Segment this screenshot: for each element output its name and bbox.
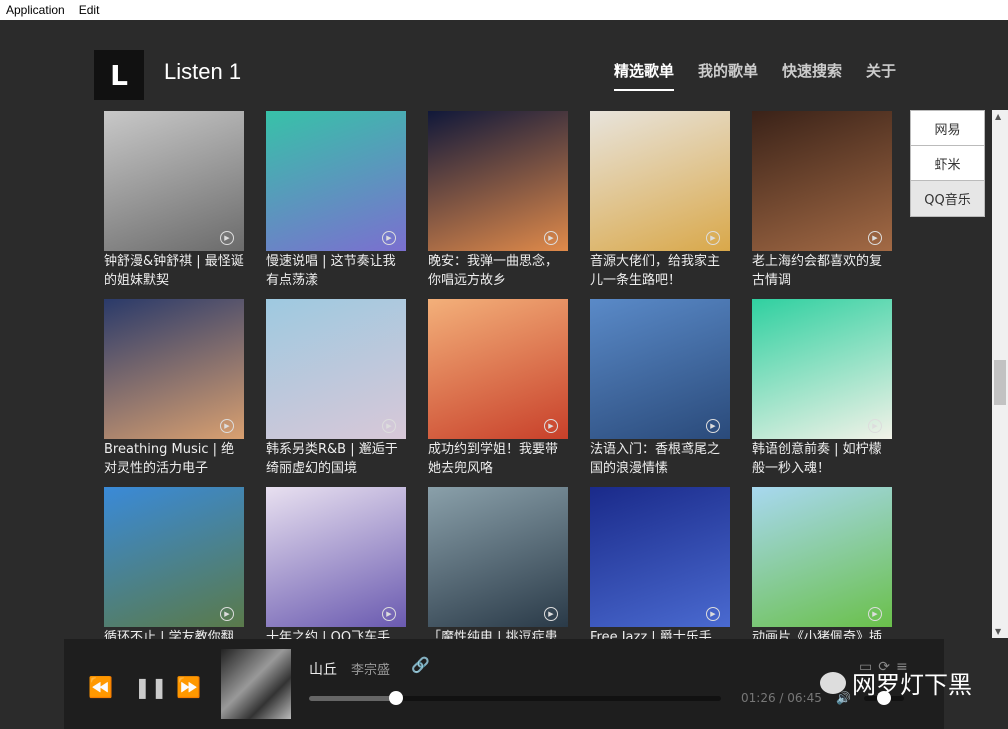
play-icon[interactable]: ▶ [544,607,558,621]
song-title: 山丘 [309,662,337,678]
current-time: 01:26 [741,691,776,705]
playlist-title[interactable]: 钟舒漫&钟舒祺 | 最怪诞的姐妹默契 [104,252,244,290]
playlist-title[interactable]: 晚安：我弹一曲思念，你唱远方故乡 [428,252,568,290]
player-bar: ⏪ ❚❚ ⏩ 山丘 李宗盛 🔗 01:26 / 06:45 🔊 ▭⟳≡ [64,639,944,729]
pause-icon[interactable]: ❚❚ [134,675,168,699]
app-logo: L [94,50,144,100]
play-icon[interactable]: ▶ [868,419,882,433]
watermark: 网罗灯下黑 [820,665,972,700]
playlist-cover[interactable]: ▶ [428,111,568,251]
progress-bar[interactable] [309,691,721,705]
playlist-title[interactable]: Free Jazz | 爵士乐手 [590,628,730,639]
playlist-card[interactable]: ▶ 成功约到学姐！我要带她去兜风咯 [428,299,568,478]
playlist-title[interactable]: 慢速说唱 | 这节奏让我有点荡漾 [266,252,406,290]
scroll-up-icon[interactable]: ▲ [995,112,1001,121]
playlist-cover[interactable]: ▶ [266,111,406,251]
playlist-cover[interactable]: ▶ [104,111,244,251]
playlist-cover[interactable]: ▶ [104,487,244,627]
playlist-cover[interactable]: ▶ [590,111,730,251]
playlist-title[interactable]: 音源大佬们，给我家主儿一条生路吧！ [590,252,730,290]
menu-edit[interactable]: Edit [79,3,100,17]
play-icon[interactable]: ▶ [220,607,234,621]
watermark-text: 网罗灯下黑 [852,671,972,699]
play-icon[interactable]: ▶ [706,231,720,245]
song-artist[interactable]: 李宗盛 [351,659,390,678]
playlist-title[interactable]: 韩系另类R&B | 邂逅于绮丽虚幻的国境 [266,440,406,478]
playlist-card[interactable]: ▶ 钟舒漫&钟舒祺 | 最怪诞的姐妹默契 [104,111,244,290]
playlist-card[interactable]: ▶ 动画片《小猪佩奇》插 [752,487,892,639]
main-nav: 精选歌单 我的歌单 快速搜索 关于 [614,60,896,91]
album-cover[interactable] [221,649,291,719]
playlist-title[interactable]: 成功约到学姐！我要带她去兜风咯 [428,440,568,478]
tab-about[interactable]: 关于 [866,60,896,91]
scroll-down-icon[interactable]: ▼ [995,627,1001,636]
playlist-title[interactable]: 法语入门：香根鸢尾之国的浪漫情愫 [590,440,730,478]
playlist-card[interactable]: ▶ 「魔性纯电 | 挑逗症患 [428,487,568,639]
source-selector: 网易 虾米 QQ音乐 [910,110,985,217]
playlist-title[interactable]: 老上海约会都喜欢的复古情调 [752,252,892,290]
play-icon[interactable]: ▶ [382,419,396,433]
source-qq[interactable]: QQ音乐 [911,181,984,216]
playlist-cover[interactable]: ▶ [752,299,892,439]
playlist-title[interactable]: 动画片《小猪佩奇》插 [752,628,892,639]
playlist-card[interactable]: ▶ 音源大佬们，给我家主儿一条生路吧！ [590,111,730,290]
next-icon[interactable]: ⏩ [176,675,201,699]
tab-search[interactable]: 快速搜索 [782,60,842,91]
play-icon[interactable]: ▶ [220,231,234,245]
playlist-card[interactable]: ▶ 晚安：我弹一曲思念，你唱远方故乡 [428,111,568,290]
playlist-card[interactable]: ▶ 韩系另类R&B | 邂逅于绮丽虚幻的国境 [266,299,406,478]
play-icon[interactable]: ▶ [382,231,396,245]
scroll-thumb[interactable] [994,360,1006,405]
playlist-cover[interactable]: ▶ [752,111,892,251]
playlist-card[interactable]: ▶ 老上海约会都喜欢的复古情调 [752,111,892,290]
playlist-card[interactable]: ▶ 慢速说唱 | 这节奏让我有点荡漾 [266,111,406,290]
source-xiami[interactable]: 虾米 [911,146,984,181]
playlist-title[interactable]: Breathing Music | 绝对灵性的活力电子 [104,440,244,478]
playlist-card[interactable]: ▶ Free Jazz | 爵士乐手 [590,487,730,639]
playlist-cover[interactable]: ▶ [428,487,568,627]
play-icon[interactable]: ▶ [706,607,720,621]
time-display: 01:26 / 06:45 [741,691,822,705]
tab-my-playlists[interactable]: 我的歌单 [698,60,758,91]
playlist-card[interactable]: ▶ Breathing Music | 绝对灵性的活力电子 [104,299,244,478]
playlist-card[interactable]: ▶ 循环不止 | 学友教你翻 [104,487,244,639]
playlist-title[interactable]: 十年之约 | QQ飞车手 [266,628,406,639]
playlist-card[interactable]: ▶ 韩语创意前奏 | 如柠檬般一秒入魂！ [752,299,892,478]
playlist-card[interactable]: ▶ 法语入门：香根鸢尾之国的浪漫情愫 [590,299,730,478]
play-icon[interactable]: ▶ [706,419,720,433]
playlist-title[interactable]: 循环不止 | 学友教你翻 [104,628,244,639]
play-icon[interactable]: ▶ [382,607,396,621]
play-icon[interactable]: ▶ [544,419,558,433]
menu-application[interactable]: Application [6,3,65,17]
playlist-cover[interactable]: ▶ [104,299,244,439]
playlist-cover[interactable]: ▶ [752,487,892,627]
app-title: Listen 1 [164,59,242,84]
play-icon[interactable]: ▶ [868,231,882,245]
playlist-cover[interactable]: ▶ [266,299,406,439]
tab-featured[interactable]: 精选歌单 [614,60,675,91]
play-icon[interactable]: ▶ [220,419,234,433]
playlist-cover[interactable]: ▶ [428,299,568,439]
playlist-cover[interactable]: ▶ [590,299,730,439]
progress-handle[interactable] [388,691,403,705]
wechat-icon [820,671,846,694]
playlist-title[interactable]: 「魔性纯电 | 挑逗症患 [428,628,568,639]
playlist-title[interactable]: 韩语创意前奏 | 如柠檬般一秒入魂！ [752,440,892,478]
play-icon[interactable]: ▶ [544,231,558,245]
scrollbar[interactable]: ▲ ▼ [992,110,1008,638]
total-time: 06:45 [787,691,822,705]
playlist-card[interactable]: ▶ 十年之约 | QQ飞车手 [266,487,406,639]
previous-icon[interactable]: ⏪ [88,675,113,699]
playlist-cover[interactable]: ▶ [266,487,406,627]
play-icon[interactable]: ▶ [868,607,882,621]
source-netease[interactable]: 网易 [911,111,984,146]
playlist-grid: ▶ 钟舒漫&钟舒祺 | 最怪诞的姐妹默契 ▶ 慢速说唱 | 这节奏让我有点荡漾 ▶ 晚安：… [104,111,894,639]
playlist-cover[interactable]: ▶ [590,487,730,627]
menu-bar: Application Edit [0,0,1008,20]
link-icon[interactable]: 🔗 [411,656,430,674]
